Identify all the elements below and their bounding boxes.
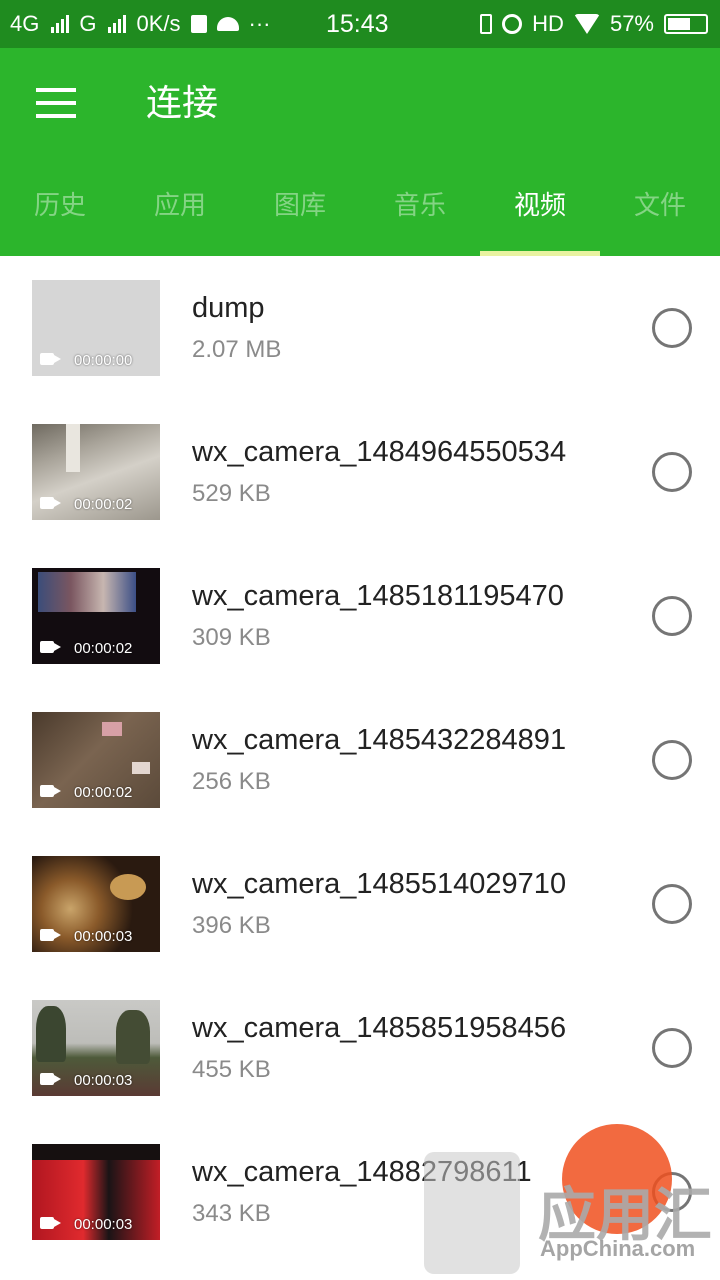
video-duration: 00:00:00 [74,352,133,369]
signal-icon [51,15,70,33]
video-size: 256 KB [192,768,271,795]
select-radio[interactable] [652,596,692,636]
select-radio[interactable] [652,1172,692,1212]
video-duration: 00:00:02 [74,496,133,513]
video-name: dump [192,292,265,324]
hd-label: HD [532,11,564,36]
video-camera-icon [40,497,61,509]
video-duration: 00:00:02 [74,784,133,801]
video-name: wx_camera_1485514029710 [192,868,567,900]
video-size: 343 KB [192,1200,271,1227]
video-size: 455 KB [192,1056,271,1083]
tab-history[interactable]: 历史 [0,168,120,256]
list-item[interactable]: 00:00:03 wx_camera_1485851958456 455 KB [0,976,720,1120]
thumbnail-detail [132,762,150,774]
video-name: wx_camera_1485432284891 [192,724,567,756]
tab-bar: 历史 应用 图库 音乐 视频 文件 [0,168,720,256]
video-camera-icon [40,1073,61,1085]
tab-gallery[interactable]: 图库 [240,168,360,256]
status-bar: 4G G 0K/s ··· 15:43 HD 57% [0,0,720,48]
page-title: 连接 [146,83,219,124]
video-thumbnail: 00:00:03 [32,856,160,952]
video-thumbnail: 00:00:03 [32,1000,160,1096]
status-right: HD 57% [480,11,708,37]
video-thumbnail: 00:00:03 [32,1144,160,1240]
video-name: wx_camera_14882798611 [192,1156,532,1188]
video-camera-icon [40,929,61,941]
status-left: 4G G 0K/s ··· [10,11,271,37]
alarm-icon [502,14,523,34]
vibrate-icon [480,14,493,34]
video-duration: 00:00:02 [74,640,133,657]
video-name: wx_camera_1485851958456 [192,1012,567,1044]
list-item[interactable]: 00:00:03 wx_camera_14882798611 343 KB [0,1120,720,1264]
tab-music[interactable]: 音乐 [360,168,480,256]
thumbnail-detail [110,874,146,900]
list-item[interactable]: 00:00:02 wx_camera_1485181195470 309 KB [0,544,720,688]
select-radio[interactable] [652,1028,692,1068]
network-4g-label: 4G [10,11,40,36]
video-thumbnail: 00:00:02 [32,712,160,808]
app-bar: 连接 历史 应用 图库 音乐 视频 文件 [0,48,720,256]
tab-video[interactable]: 视频 [480,168,600,256]
network-speed: 0K/s [136,11,181,36]
select-radio[interactable] [652,308,692,348]
video-duration: 00:00:03 [74,1216,133,1233]
wifi-icon [573,14,600,34]
video-camera-icon [40,641,61,653]
video-thumbnail: 00:00:02 [32,568,160,664]
list-item[interactable]: 00:00:03 wx_camera_1485514029710 396 KB [0,832,720,976]
video-size: 529 KB [192,480,271,507]
select-radio[interactable] [652,884,692,924]
video-duration: 00:00:03 [74,928,133,945]
video-thumbnail: 00:00:02 [32,424,160,520]
select-radio[interactable] [652,452,692,492]
more-notifications: ··· [248,11,271,36]
battery-percent: 57% [609,11,654,36]
video-camera-icon [40,785,61,797]
android-icon [216,17,239,31]
video-camera-icon [40,353,61,365]
list-item[interactable]: 00:00:00 dump 2.07 MB [0,256,720,400]
list-item[interactable]: 00:00:02 wx_camera_1484964550534 529 KB [0,400,720,544]
select-radio[interactable] [652,740,692,780]
sd-card-icon [190,15,207,33]
tab-apps[interactable]: 应用 [120,168,240,256]
thumbnail-detail [38,572,136,612]
tab-files[interactable]: 文件 [600,168,720,256]
video-name: wx_camera_1484964550534 [192,436,567,468]
thumbnail-detail [102,722,122,736]
menu-icon[interactable] [36,88,76,120]
video-size: 396 KB [192,912,271,939]
list-item[interactable]: 00:00:02 wx_camera_1485432284891 256 KB [0,688,720,832]
clock: 15:43 [326,10,389,38]
thumbnail-detail [32,1144,160,1160]
thumbnail-detail [36,1006,66,1062]
video-size: 2.07 MB [192,336,282,363]
network-g-label: G [79,11,97,36]
video-camera-icon [40,1217,61,1229]
signal-icon [108,15,127,33]
thumbnail-detail [116,1010,150,1064]
battery-icon [664,14,708,34]
video-duration: 00:00:03 [74,1072,133,1089]
video-thumbnail: 00:00:00 [32,280,160,376]
thumbnail-detail [66,424,80,472]
video-name: wx_camera_1485181195470 [192,580,564,612]
video-size: 309 KB [192,624,271,651]
